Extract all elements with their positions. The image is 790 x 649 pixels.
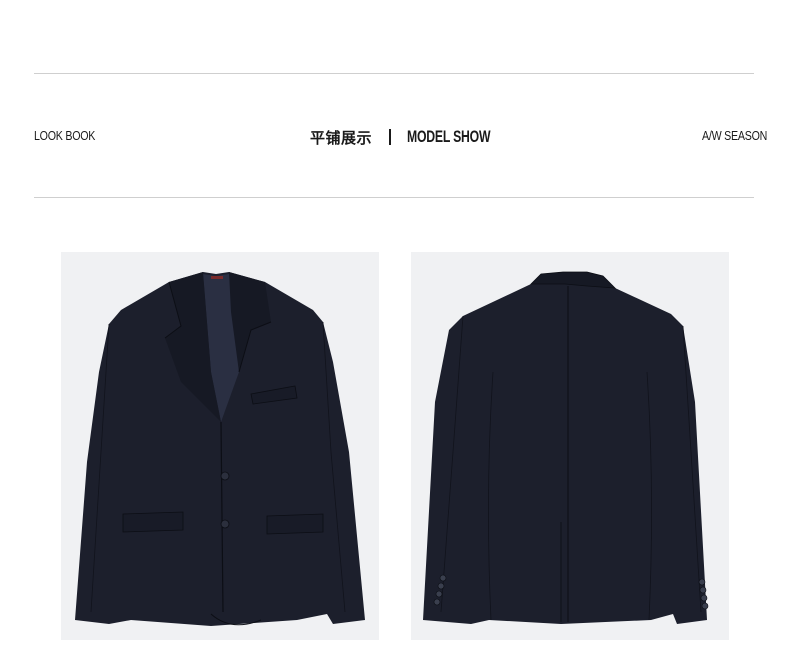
jacket-back-image[interactable] [411, 252, 729, 640]
section-title: 平铺展示 MODEL SHOW [310, 126, 523, 148]
season-label: A/W SEASON [702, 128, 768, 143]
jacket-front-image[interactable] [61, 252, 379, 640]
bottom-divider [34, 197, 754, 198]
lookbook-label: LOOK BOOK [34, 128, 96, 143]
top-divider [34, 73, 754, 74]
title-separator [389, 129, 392, 145]
section-title-cn: 平铺展示 [310, 128, 373, 147]
section-title-en: MODEL SHOW [407, 127, 491, 146]
